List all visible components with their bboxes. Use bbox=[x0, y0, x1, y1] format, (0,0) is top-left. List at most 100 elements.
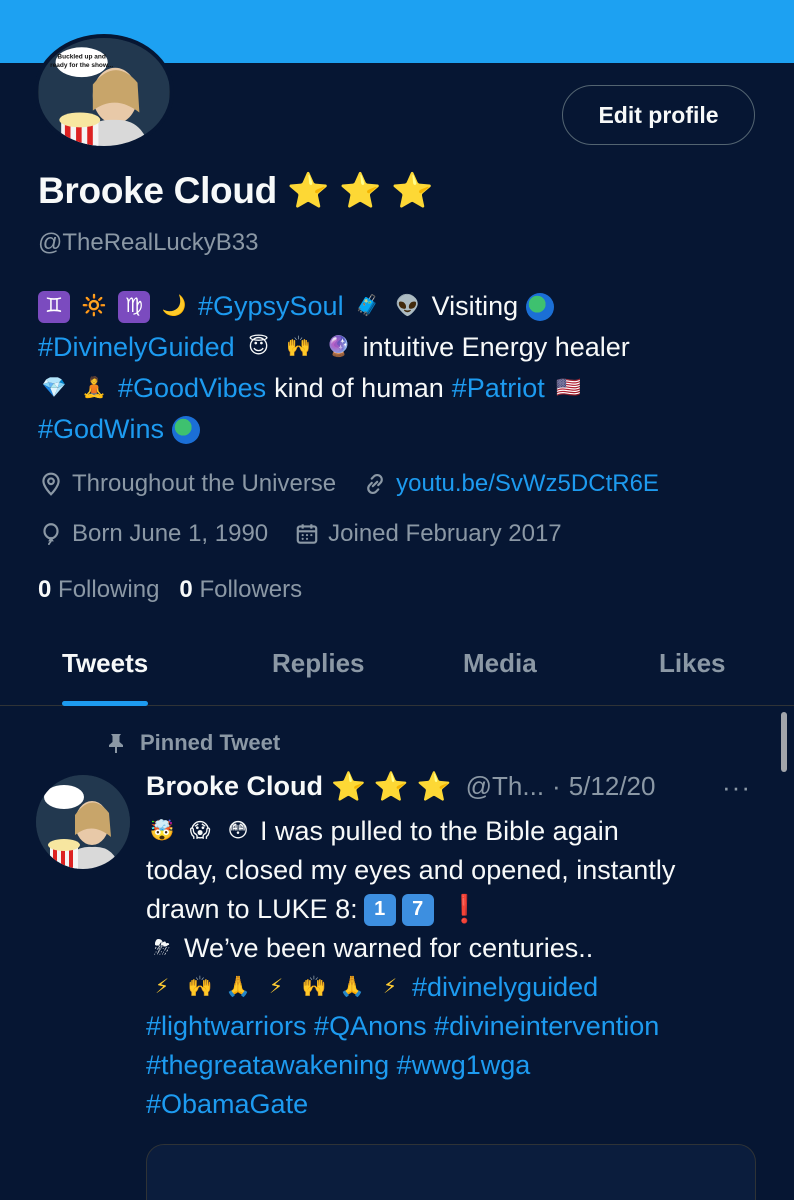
profile-avatar[interactable]: Buckled up and ready for the show... bbox=[34, 34, 174, 150]
bio-line: ♊ 🔆 ♍ 🌙 #GypsySoul 🧳 👽 Visiting bbox=[38, 286, 768, 327]
tweet-text: drawn to LUKE 8: bbox=[146, 894, 358, 924]
avatar-image: Buckled up and ready for the show... bbox=[38, 38, 170, 146]
tab-media[interactable]: Media bbox=[463, 620, 537, 706]
website-link[interactable]: youtu.be/SvWz5DCtR6E bbox=[396, 470, 659, 498]
star-emoji-1: ⭐ bbox=[286, 172, 330, 210]
keycap-7-emoji: 7 bbox=[401, 893, 434, 926]
gemini-emoji: ♊ bbox=[38, 290, 70, 323]
location-text: Throughout the Universe bbox=[72, 470, 337, 497]
globe-emoji bbox=[172, 415, 201, 444]
profile-tabs: Tweets Replies Media Likes bbox=[0, 620, 794, 706]
star-emoji-3: ⭐ bbox=[416, 771, 452, 802]
bio-text: kind of human bbox=[274, 373, 444, 403]
tab-replies[interactable]: Replies bbox=[272, 620, 365, 706]
globe-emoji bbox=[526, 292, 555, 321]
balloon-icon bbox=[43, 523, 59, 545]
gem-emoji: 💎 bbox=[41, 377, 67, 399]
pin-icon bbox=[109, 734, 123, 753]
raised-hands-emoji: 🙌 bbox=[187, 976, 213, 998]
tab-label: Replies bbox=[272, 647, 365, 678]
scrollbar[interactable] bbox=[781, 712, 787, 772]
bio-text: Visiting bbox=[431, 291, 519, 321]
followers-count: 0 bbox=[179, 576, 193, 603]
edit-profile-button[interactable]: Edit profile bbox=[562, 85, 755, 145]
bio-line: #DivinelyGuided 😇 🙌 🔮 intuitive Energy h… bbox=[38, 327, 768, 368]
tab-tweets[interactable]: Tweets bbox=[62, 620, 149, 706]
pinned-indicator: Pinned Tweet bbox=[106, 730, 280, 756]
more-icon[interactable]: ··· bbox=[722, 772, 751, 803]
follow-stats: 0 Following 0 Followers bbox=[38, 576, 302, 604]
profile-handle: @TheRealLuckyB33 bbox=[38, 229, 259, 256]
star-emoji-2: ⭐ bbox=[339, 172, 382, 210]
flushed-emoji: 😳 bbox=[227, 820, 249, 842]
alien-emoji: 👽 bbox=[395, 295, 421, 317]
hashtag-link[interactable]: #GoodVibes bbox=[118, 368, 266, 409]
website[interactable]: youtu.be/SvWz5DCtR6E bbox=[362, 470, 659, 498]
following-link[interactable]: 0 Following bbox=[38, 576, 159, 604]
luggage-emoji: 🧳 bbox=[355, 295, 381, 317]
bio-text: intuitive Energy healer bbox=[362, 332, 630, 362]
hashtag-link[interactable]: #Patriot bbox=[452, 368, 545, 409]
tweet-author-name[interactable]: Brooke Cloud bbox=[146, 771, 323, 802]
hashtag-link[interactable]: #GodWins bbox=[38, 409, 164, 450]
tweet-text: today, closed my eyes and opened, instan… bbox=[146, 855, 676, 885]
star-emoji-1: ⭐ bbox=[331, 771, 366, 802]
tweet-separator: · bbox=[552, 771, 561, 801]
hashtag-link[interactable]: #GypsySoul bbox=[198, 286, 344, 327]
joined-text: Joined February 2017 bbox=[328, 520, 562, 547]
hashtag-line[interactable]: #ObamaGate bbox=[146, 1085, 766, 1124]
tweet-text: We’ve been warned for centuries.. bbox=[184, 933, 594, 963]
profile-meta-row: Born June 1, 1990 Joined February 2017 bbox=[38, 520, 562, 548]
tweet-line: 🤯 😱 😳 I was pulled to the Bible again bbox=[146, 812, 766, 851]
profile-name: Brooke Cloud bbox=[38, 170, 277, 211]
calendar-icon bbox=[296, 524, 318, 544]
hashtag-link[interactable]: #DivinelyGuided bbox=[38, 327, 235, 368]
birthday-text: Born June 1, 1990 bbox=[72, 520, 269, 547]
bio-line: #GodWins bbox=[38, 409, 768, 450]
scream-emoji: 😱 bbox=[189, 820, 211, 842]
hashtag-line[interactable]: #thegreatawakening #wwg1wga bbox=[146, 1046, 766, 1085]
tweet-line: ⚡ 🙌 🙏 ⚡ 🙌 🙏 ⚡ #divinelyguided bbox=[146, 968, 766, 1007]
following-count: 0 bbox=[38, 576, 52, 603]
pray-emoji: 🙏 bbox=[225, 976, 251, 998]
bolt-emoji: ⚡ bbox=[382, 976, 398, 998]
hashtag-link[interactable]: #divinelyguided bbox=[412, 968, 598, 1007]
bolt-emoji: ⚡ bbox=[268, 976, 284, 998]
location-icon bbox=[42, 472, 60, 496]
exclamation-emoji: ❗ bbox=[447, 894, 482, 924]
storm-emoji: ⛈ bbox=[154, 937, 170, 959]
tweet-body: 🤯 😱 😳 I was pulled to the Bible again to… bbox=[146, 812, 766, 1124]
virgo-emoji: ♍ bbox=[118, 290, 150, 323]
hashtag-line[interactable]: #lightwarriors #QAnons #divineinterventi… bbox=[146, 1007, 766, 1046]
tweet-author-avatar[interactable] bbox=[36, 775, 130, 869]
keycap-1-emoji: 1 bbox=[363, 893, 396, 926]
following-label: Following bbox=[58, 576, 160, 603]
crystal-ball-emoji: 🔮 bbox=[326, 336, 352, 358]
tab-likes[interactable]: Likes bbox=[659, 620, 726, 706]
profile-bio: ♊ 🔆 ♍ 🌙 #GypsySoul 🧳 👽 Visiting #Divinel… bbox=[38, 286, 768, 450]
tweet-media-card[interactable] bbox=[146, 1144, 756, 1200]
profile-meta-row: Throughout the Universe youtu.be/SvWz5DC… bbox=[38, 470, 659, 498]
tweet-line: today, closed my eyes and opened, instan… bbox=[146, 851, 766, 890]
raised-hands-emoji: 🙌 bbox=[301, 976, 327, 998]
tweet-author-handle[interactable]: @Th... bbox=[466, 771, 544, 802]
lotus-emoji: 🧘 bbox=[81, 377, 107, 399]
raised-hands-emoji: 🙌 bbox=[286, 336, 312, 358]
followers-link[interactable]: 0 Followers bbox=[179, 576, 302, 604]
star-emoji-2: ⭐ bbox=[373, 771, 409, 802]
tweet-line: ⛈ We’ve been warned for centuries.. bbox=[146, 929, 766, 968]
sun-emoji: 🔆 bbox=[81, 295, 107, 317]
tweet-line: drawn to LUKE 8: 1 7 ❗ bbox=[146, 890, 766, 929]
star-emoji-3: ⭐ bbox=[391, 172, 434, 210]
joined-date: Joined February 2017 bbox=[294, 520, 562, 548]
profile-name-row: Brooke Cloud ⭐ ⭐ ⭐ bbox=[38, 170, 433, 212]
angel-emoji: 😇 bbox=[248, 336, 270, 358]
mind-blown-emoji: 🤯 bbox=[149, 820, 175, 842]
link-icon bbox=[367, 474, 383, 494]
active-tab-indicator bbox=[62, 701, 149, 706]
us-flag-emoji: 🇺🇸 bbox=[556, 377, 582, 399]
tweet-date[interactable]: 5/12/20 bbox=[569, 771, 656, 802]
avatar-caption-2: ready for the show... bbox=[50, 62, 113, 69]
tab-label: Likes bbox=[659, 647, 726, 678]
followers-label: Followers bbox=[199, 576, 303, 603]
